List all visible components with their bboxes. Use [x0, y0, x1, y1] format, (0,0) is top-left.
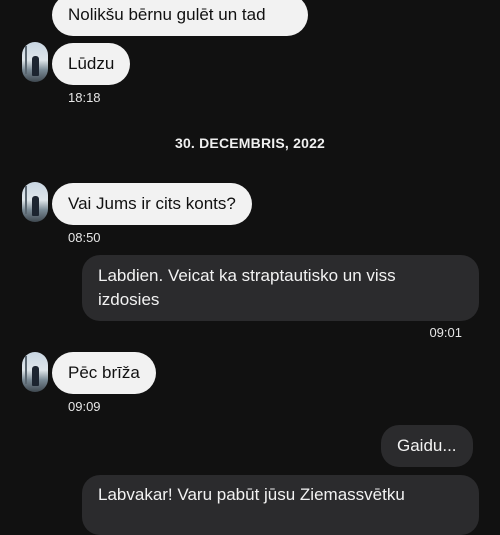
- message-text: Labdien. Veicat ka straptautisko un viss…: [98, 266, 396, 309]
- message-bubble-incoming[interactable]: Vai Jums ir cits konts?: [52, 183, 252, 225]
- message-bubble-outgoing[interactable]: Gaidu...: [381, 425, 473, 467]
- message-text: Nolikšu bērnu gulēt un tad: [68, 5, 266, 24]
- message-text: Gaidu...: [397, 436, 457, 455]
- message-text: Vai Jums ir cits konts?: [68, 194, 236, 213]
- message-bubble-outgoing[interactable]: Labvakar! Varu pabūt jūsu Ziemassvētku: [82, 475, 479, 535]
- message-timestamp: 09:09: [68, 399, 101, 414]
- message-timestamp: 09:01: [429, 325, 462, 340]
- date-separator: 30. DECEMBRIS, 2022: [174, 135, 326, 151]
- message-text: Lūdzu: [68, 54, 115, 73]
- message-bubble-incoming[interactable]: Pēc brīža: [52, 352, 156, 394]
- contact-avatar[interactable]: [22, 182, 48, 222]
- message-bubble-incoming[interactable]: Lūdzu: [52, 43, 131, 85]
- message-bubble-incoming[interactable]: Nolikšu bērnu gulēt un tad: [52, 0, 308, 36]
- message-text: Pēc brīža: [68, 363, 140, 382]
- contact-avatar[interactable]: [22, 352, 48, 392]
- message-timestamp: 08:50: [68, 230, 101, 245]
- message-timestamp: 18:18: [68, 90, 101, 105]
- message-bubble-outgoing[interactable]: Labdien. Veicat ka straptautisko un viss…: [82, 255, 479, 321]
- contact-avatar[interactable]: [22, 42, 48, 82]
- message-text: Labvakar! Varu pabūt jūsu Ziemassvētku: [98, 485, 405, 504]
